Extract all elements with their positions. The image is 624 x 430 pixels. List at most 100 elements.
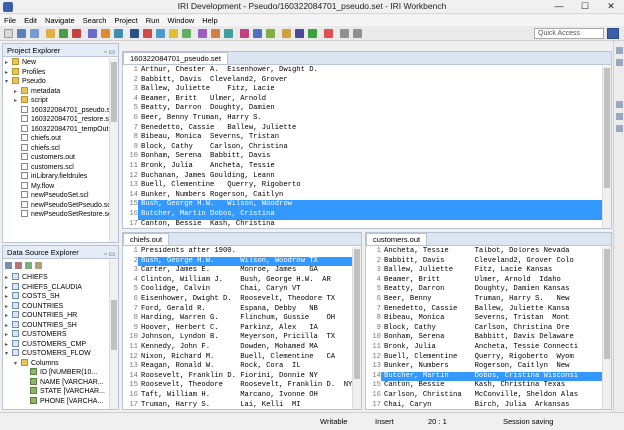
run-icon[interactable] — [59, 29, 68, 38]
editor-line[interactable]: 4 Beamer, Britt Ulmer, Arnold Idaho — [366, 276, 602, 286]
editor-line[interactable]: 16 Carlson, Christina McConville, Sheldon… — [366, 391, 602, 401]
mask-icon[interactable] — [240, 29, 249, 38]
editor-line[interactable]: 12 Buchanan, James Goulding, Leann — [123, 172, 602, 182]
editor-line[interactable]: 6 Beer, Benny Truman, Harry S. — [123, 114, 602, 124]
tree-item[interactable]: My.flow — [3, 181, 118, 192]
problems-icon[interactable] — [616, 113, 623, 120]
tree-item[interactable]: ▾ CUSTOMERS_FLOW — [3, 349, 118, 359]
editor-line[interactable]: 1 Presidents after 1900. — [123, 247, 352, 257]
open-folder-icon[interactable] — [46, 29, 55, 38]
editor-line[interactable]: 3 Carter, James E. Monroe, James GA — [123, 266, 352, 276]
wizard-icon[interactable] — [88, 29, 97, 38]
editor-line[interactable]: 17 Canton, Bessie Kash, Christina — [123, 220, 602, 229]
nav-back-icon[interactable] — [340, 29, 349, 38]
menu-navigate[interactable]: Navigate — [41, 15, 79, 26]
editor-line[interactable]: 4 Beamer, Britt Ulmer, Arnold — [123, 95, 602, 105]
iri-menu-icon[interactable] — [130, 29, 139, 38]
flow-icon[interactable] — [101, 29, 110, 38]
pseudo-icon[interactable] — [266, 29, 275, 38]
editor-line[interactable]: 7 Benedetto, Cassie Ballew, Juliette Kans… — [366, 305, 602, 315]
close-button[interactable]: ✕ — [598, 0, 624, 13]
scroll-thumb[interactable] — [604, 68, 610, 188]
editor-line[interactable]: 8 Bibeau, Monica Severns, Tristan — [123, 133, 602, 143]
tree-item[interactable]: ▸ COUNTRIES_HR — [3, 311, 118, 321]
debug-icon[interactable] — [295, 29, 304, 38]
editor-line[interactable]: 3 Ballew, Juliette Fitz, Lacie Kansas — [366, 266, 602, 276]
tree-item[interactable]: iriLibrary.fieldrules — [3, 172, 118, 182]
disconnect-icon[interactable] — [15, 262, 22, 269]
editor-line[interactable]: 11 Bronk, Julia Ancheta, Tessie — [123, 162, 602, 172]
tree-item[interactable]: ▸ metadata — [3, 86, 118, 97]
tree-item[interactable]: ▸ COUNTRIES — [3, 301, 118, 312]
tree-item[interactable]: ▾ Columns — [3, 358, 118, 369]
editor-line[interactable]: 7 Ford, Gerald R. Espana, Debby NB — [123, 305, 352, 315]
main-editor-text[interactable]: 1 Arthur, Chester A. Eisenhower, Dwight D… — [123, 66, 602, 228]
tree-item[interactable]: newPseudoSet.scl — [3, 191, 118, 201]
editor-line[interactable]: 2 Babbitt, Davis Cleveland2, Grover — [123, 76, 602, 86]
save-all-icon[interactable] — [30, 29, 39, 38]
rowgen-icon[interactable] — [182, 29, 191, 38]
project-explorer-title[interactable]: Project Explorer — [7, 46, 60, 55]
stop-icon[interactable] — [72, 29, 81, 38]
editor-line[interactable]: 9 Block, Cathy Carlson, Christina — [123, 143, 602, 153]
editor-line[interactable]: 11 Kennedy, John F. Dowden, Mohamed MA — [123, 343, 352, 353]
editor-line[interactable]: 14 Bunker, Numbers Rogerson, Caitlyn — [123, 191, 602, 201]
chiefs-scrollbar[interactable] — [352, 247, 361, 409]
view-menu-icon[interactable]: ▫ ▭ — [104, 248, 115, 258]
console-icon[interactable] — [616, 101, 623, 108]
tree-item[interactable]: ▸ CUSTOMERS — [3, 330, 118, 340]
tree-item[interactable]: ▾ Pseudo — [3, 77, 118, 87]
scroll-thumb[interactable] — [354, 249, 360, 379]
encrypt-icon[interactable] — [253, 29, 262, 38]
tree-item[interactable]: ▸ Profiles — [3, 67, 118, 78]
task-list-icon[interactable] — [616, 59, 623, 66]
data-source-explorer-title[interactable]: Data Source Explorer — [7, 248, 79, 257]
editor-line[interactable]: 8 Harding, Warren G. Flinchum, Gussie OH — [123, 314, 352, 324]
customers-scrollbar[interactable] — [602, 247, 611, 409]
new-icon[interactable] — [4, 29, 13, 38]
editor-line[interactable]: 14 Roosevelt, Franklin D. Fiorini, Donnie… — [123, 372, 352, 382]
editor-line[interactable]: 9 Block, Cathy Carlson, Christina Ore — [366, 324, 602, 334]
editor-line[interactable]: 16 Butcher, Martin Dobos, Cristina — [123, 209, 602, 220]
tab-chiefs-out[interactable]: chiefs.out — [123, 233, 170, 245]
tree-item[interactable]: PHONE [VARCHA... — [3, 396, 118, 407]
editor-line[interactable]: 4 Clinton, William J. Bush, George H.W. A… — [123, 276, 352, 286]
tab-customers-out[interactable]: customers.out — [366, 233, 428, 245]
menu-run[interactable]: Run — [142, 15, 164, 26]
properties-icon[interactable] — [616, 125, 623, 132]
editor-line[interactable]: 13 Buell, Clementine Querry, Rigoberto — [123, 181, 602, 191]
editor-line[interactable]: 5 Beatty, Darron Doughty, Damien Kansas — [366, 285, 602, 295]
editor-line[interactable]: 1 Ancheta, Tessie Talbot, Dolores Nevada — [366, 247, 602, 257]
editor-line[interactable]: 8 Bibeau, Monica Severns, Tristan Mont — [366, 314, 602, 324]
tree-item[interactable]: ▸ CHIEFS — [3, 273, 118, 283]
save-icon[interactable] — [17, 29, 26, 38]
tree-item[interactable]: ID [NUMBER(10... — [3, 368, 118, 378]
editor-line[interactable]: 7 Benedetto, Cassie Ballew, Juliette — [123, 124, 602, 134]
connect-icon[interactable] — [5, 262, 12, 269]
minimize-button[interactable]: — — [546, 0, 572, 13]
editor-line[interactable]: 10 Bonham, Serena Babbitt, Davis Delaware — [366, 333, 602, 343]
editor-line[interactable]: 13 Reagan, Ronald W. Rock, Cora IL — [123, 362, 352, 372]
menu-window[interactable]: Window — [164, 15, 199, 26]
editor-line[interactable]: 15 Bush, George H.W. Wilson, Woodrow — [123, 200, 602, 210]
search-tool-icon[interactable] — [282, 29, 291, 38]
scroll-thumb[interactable] — [111, 300, 117, 350]
maximize-button[interactable]: ☐ — [572, 0, 598, 13]
editor-line[interactable]: 15 Roosevelt, Theodore Roosevelt, Frankli… — [123, 381, 352, 391]
editor-line[interactable]: 5 Coolidge, Calvin Chai, Caryn VT — [123, 285, 352, 295]
editor-line[interactable]: 10 Bonham, Serena Babbitt, Davis — [123, 152, 602, 162]
database-icon[interactable] — [114, 29, 123, 38]
menu-file[interactable]: File — [0, 15, 20, 26]
tree-item[interactable]: chiefs.out — [3, 134, 118, 144]
scroll-thumb[interactable] — [604, 249, 610, 359]
outline-icon[interactable] — [616, 47, 623, 54]
tree-item[interactable]: STATE [VARCHAR... — [3, 387, 118, 397]
refresh-icon[interactable] — [25, 262, 32, 269]
tree-item[interactable]: ▸ New — [3, 58, 118, 68]
menu-project[interactable]: Project — [110, 15, 141, 26]
perspective-icon[interactable] — [607, 28, 619, 39]
editor-line[interactable]: 15 Canton, Bessie Kash, Christina Texas — [366, 381, 602, 391]
editor-line[interactable]: 1 Arthur, Chester A. Eisenhower, Dwight D… — [123, 66, 602, 76]
cosort-icon[interactable] — [143, 29, 152, 38]
editor-line[interactable]: 6 Beer, Benny Truman, Harry S. New — [366, 295, 602, 305]
